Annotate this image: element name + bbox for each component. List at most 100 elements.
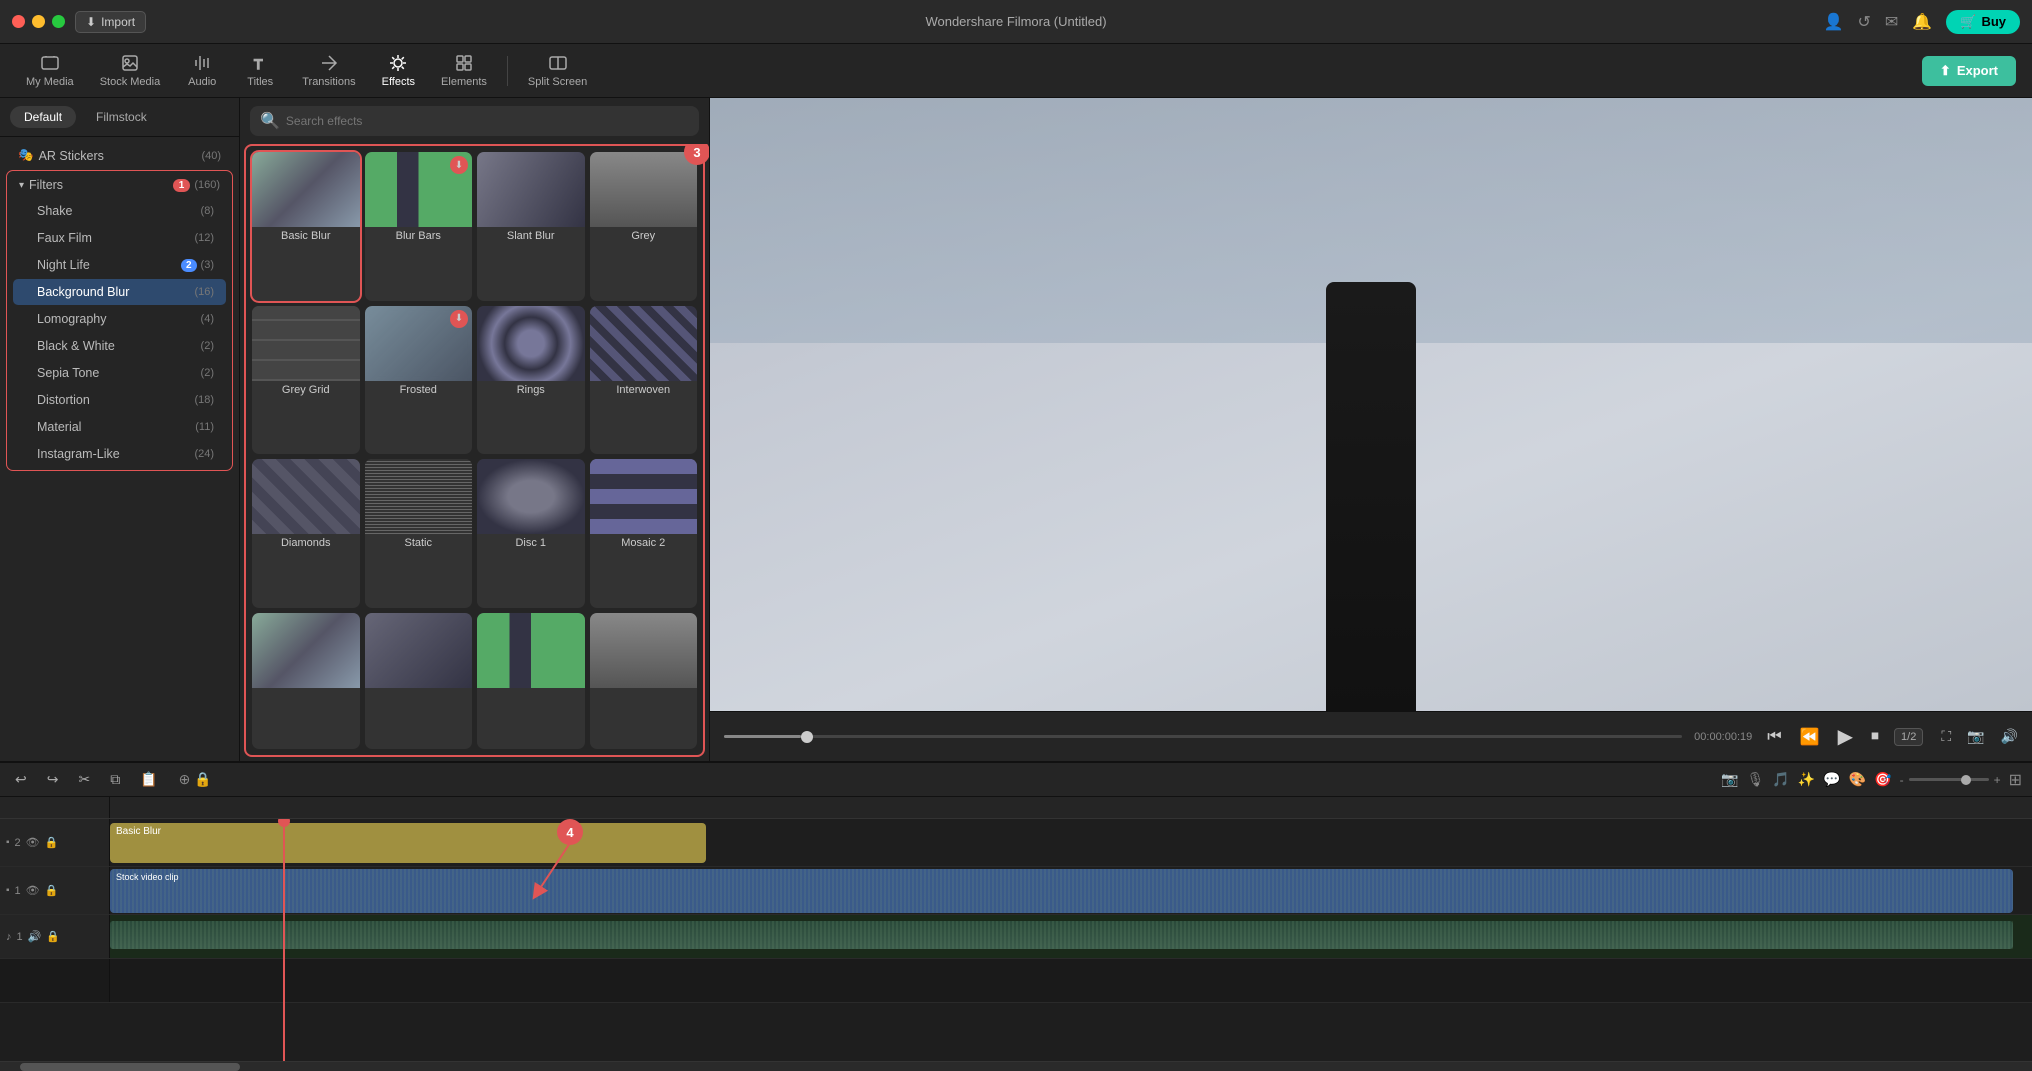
timeline-scrollbar[interactable]	[0, 1061, 2032, 1071]
toolbar-titles[interactable]: T Titles	[234, 49, 286, 92]
sidebar-item-distortion[interactable]: Distortion (18)	[13, 387, 226, 413]
refresh-icon: ↺	[1858, 12, 1871, 32]
track-2-clip[interactable]: Basic Blur	[110, 823, 706, 863]
effect-label-blur-bars: Blur Bars	[365, 227, 473, 247]
redo-button[interactable]: ↪	[42, 768, 64, 791]
tab-filmstock[interactable]: Filmstock	[82, 106, 161, 128]
sidebar-item-shake[interactable]: Shake (8)	[13, 198, 226, 224]
audio-label: Audio	[188, 76, 216, 88]
lock-icon-1[interactable]: 🔒	[45, 884, 59, 897]
zoom-slider[interactable]	[1909, 778, 1989, 781]
effects-label: Effects	[382, 76, 415, 88]
effect-interwoven[interactable]: Interwoven	[590, 306, 698, 455]
toolbar-my-media[interactable]: My Media	[16, 49, 84, 92]
cut-button[interactable]: ✂	[73, 768, 95, 791]
effect-frosted[interactable]: ⬇ Frosted	[365, 306, 473, 455]
toolbar-audio[interactable]: Audio	[176, 49, 228, 92]
maximize-button[interactable]	[52, 15, 65, 28]
effect-grey-grid[interactable]: Grey Grid	[252, 306, 360, 455]
screenshot-icon[interactable]: 📷	[1967, 728, 1984, 745]
search-bar: 🔍	[250, 106, 699, 136]
effect-diamonds[interactable]: Diamonds	[252, 459, 360, 608]
right-panel: 00:00:00:19 ⏮ ⏪ ▶ ⏹ 1/2 ⛶ 📷 🔊	[710, 98, 2032, 761]
sepia-tone-count: (2)	[201, 367, 214, 379]
timeline-ruler: 00:00:00:00 00:00:01:00 00:00:02:00 00:0…	[0, 797, 2032, 819]
effect-slant-blur[interactable]: Slant Blur	[477, 152, 585, 301]
copy-button[interactable]: ⧉	[105, 768, 125, 791]
sidebar-item-filters[interactable]: ▾ Filters 1 (160)	[7, 173, 232, 197]
sidebar-item-instagram-like[interactable]: Instagram-Like (24)	[13, 441, 226, 467]
effect-label-frosted: Frosted	[365, 381, 473, 401]
step-back-button[interactable]: ⏪	[1797, 724, 1823, 750]
sidebar-item-material[interactable]: Material (11)	[13, 414, 226, 440]
toolbar: My Media Stock Media Audio T Titles Tran…	[0, 44, 2032, 98]
traffic-lights	[12, 15, 65, 28]
sidebar-item-faux-film[interactable]: Faux Film (12)	[13, 225, 226, 251]
distortion-count: (18)	[194, 394, 214, 406]
export-button[interactable]: ⬆ Export	[1922, 56, 2016, 86]
zoom-out-icon[interactable]: -	[1900, 773, 1904, 787]
scrub-thumb	[801, 731, 813, 743]
toolbar-elements[interactable]: Elements	[431, 49, 497, 92]
paste-button[interactable]: 📋	[135, 768, 162, 791]
time-display: 00:00:00:19	[1694, 731, 1752, 743]
stop-button[interactable]: ⏹	[1868, 725, 1882, 749]
video-waveform	[110, 869, 2013, 913]
effect-blur-bars[interactable]: ⬇ Blur Bars	[365, 152, 473, 301]
play-button[interactable]: ▶	[1835, 721, 1856, 752]
export-label: Export	[1957, 63, 1998, 78]
sidebar-item-night-life[interactable]: Night Life 2 (3)	[13, 252, 226, 278]
effect-label-disc-1: Disc 1	[477, 534, 585, 554]
shake-label: Shake	[37, 204, 197, 218]
toolbar-effects[interactable]: Effects	[372, 49, 425, 92]
audio-lock-icon[interactable]: 🔒	[46, 930, 60, 943]
filters-label: Filters	[29, 178, 168, 192]
sidebar-item-ar-stickers[interactable]: 🎭 AR Stickers (40)	[6, 142, 233, 169]
buy-button[interactable]: 🛒 Buy	[1946, 10, 2020, 34]
effect-mosaic-2[interactable]: Mosaic 2	[590, 459, 698, 608]
tab-default[interactable]: Default	[10, 106, 76, 128]
track-1-clip[interactable]: Stock video clip	[110, 869, 2013, 913]
timeline-content: 00:00:00:00 00:00:01:00 00:00:02:00 00:0…	[0, 797, 2032, 1071]
rewind-button[interactable]: ⏮	[1764, 725, 1784, 749]
layout-icon[interactable]: ⊞	[2009, 770, 2022, 790]
undo-button[interactable]: ↩	[10, 768, 32, 791]
audio-vol-icon[interactable]: 🔊	[28, 930, 42, 943]
effect-grey[interactable]: Grey	[590, 152, 698, 301]
effect-static[interactable]: Static	[365, 459, 473, 608]
playback-ratio[interactable]: 1/2	[1894, 728, 1923, 746]
instagram-like-label: Instagram-Like	[37, 447, 190, 461]
import-button[interactable]: ⬇ Import	[75, 11, 146, 33]
effect-row4-1[interactable]	[252, 613, 360, 750]
sidebar-item-black-white[interactable]: Black & White (2)	[13, 333, 226, 359]
zoom-in-icon[interactable]: +	[1994, 773, 2001, 787]
effect-disc-1[interactable]: Disc 1	[477, 459, 585, 608]
search-input[interactable]	[286, 114, 689, 128]
audio-clip[interactable]	[110, 921, 2013, 949]
toolbar-stock-media[interactable]: Stock Media	[90, 49, 171, 92]
panel-tabs: Default Filmstock	[0, 98, 239, 137]
eye-icon-1[interactable]: 👁	[26, 884, 40, 897]
close-button[interactable]	[12, 15, 25, 28]
scrollbar-thumb[interactable]	[20, 1063, 240, 1071]
lock-icon-2[interactable]: 🔒	[45, 836, 59, 849]
preview-scrubber[interactable]	[724, 735, 1682, 738]
eye-icon-2[interactable]: 👁	[26, 836, 40, 849]
toolbar-split-screen[interactable]: Split Screen	[518, 49, 597, 92]
effect-row4-3[interactable]	[477, 613, 585, 750]
sidebar-item-background-blur[interactable]: Background Blur (16)	[13, 279, 226, 305]
sidebar-item-lomography[interactable]: Lomography (4)	[13, 306, 226, 332]
effect-row4-4[interactable]	[590, 613, 698, 750]
effect-label-row4-4	[590, 688, 698, 696]
minimize-button[interactable]	[32, 15, 45, 28]
fullscreen-icon[interactable]: ⛶	[1941, 728, 1951, 745]
effect-row4-2[interactable]	[365, 613, 473, 750]
effect-basic-blur[interactable]: Basic Blur	[252, 152, 360, 301]
sidebar-item-sepia-tone[interactable]: Sepia Tone (2)	[13, 360, 226, 386]
toolbar-transitions[interactable]: Transitions	[292, 49, 365, 92]
audio-icon: ♪	[6, 931, 12, 943]
lomography-label: Lomography	[37, 312, 197, 326]
download-badge-blur-bars: ⬇	[450, 156, 468, 174]
volume-icon[interactable]: 🔊	[2001, 728, 2018, 745]
effect-rings[interactable]: Rings	[477, 306, 585, 455]
